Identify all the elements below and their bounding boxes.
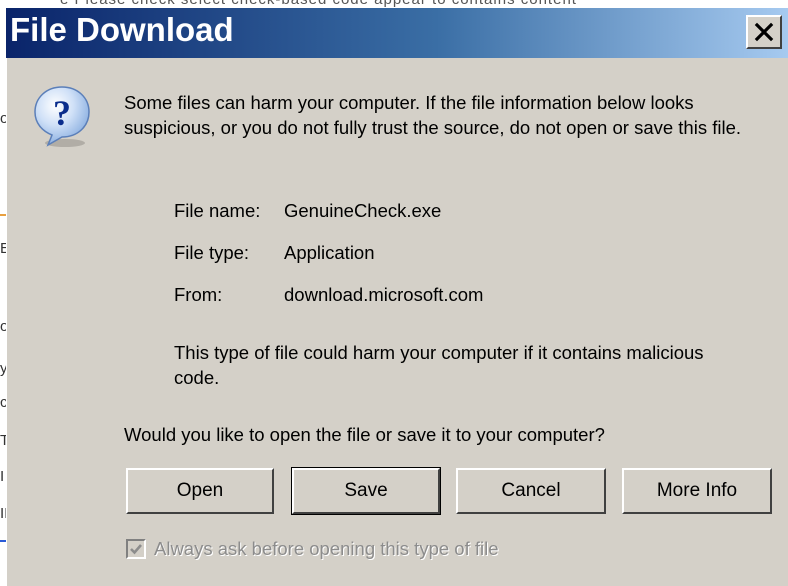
background-text-fragment: I (0, 468, 5, 485)
dialog-title: File Download (10, 11, 234, 48)
close-button[interactable] (746, 15, 782, 49)
checkmark-icon (130, 544, 142, 555)
save-button[interactable]: Save (291, 467, 441, 515)
background-text-fragment: e Please check select check-based code a… (60, 0, 577, 8)
always-ask-checkbox[interactable] (126, 539, 146, 559)
close-icon (754, 22, 774, 42)
background-page-top: e Please check select check-based code a… (0, 0, 788, 8)
cancel-button[interactable]: Cancel (456, 468, 606, 514)
open-button[interactable]: Open (126, 468, 274, 514)
file-type-label: File type: (174, 242, 250, 263)
always-ask-option[interactable]: Always ask before opening this type of f… (126, 536, 499, 562)
title-bar[interactable]: File Download (6, 8, 788, 58)
file-source-label: From: (174, 284, 223, 305)
open-or-save-question: Would you like to open the file or save … (124, 424, 605, 445)
file-source-value: download.microsoft.com (284, 284, 484, 305)
screen: e Please check select check-based code a… (0, 0, 788, 586)
harm-notice: This type of file could harm your comput… (174, 342, 704, 388)
warning-message: Some files can harm your computer. If th… (124, 92, 742, 138)
svg-text:?: ? (53, 93, 71, 133)
always-ask-label: Always ask before opening this type of f… (154, 538, 499, 559)
file-download-dialog: File Download ? Some files can harm your… (6, 8, 788, 586)
file-name-label: File name: (174, 200, 261, 221)
file-name-value: GenuineCheck.exe (284, 200, 442, 221)
file-type-value: Application (284, 242, 375, 263)
more-info-button[interactable]: More Info (622, 468, 772, 514)
question-icon: ? (34, 86, 90, 147)
